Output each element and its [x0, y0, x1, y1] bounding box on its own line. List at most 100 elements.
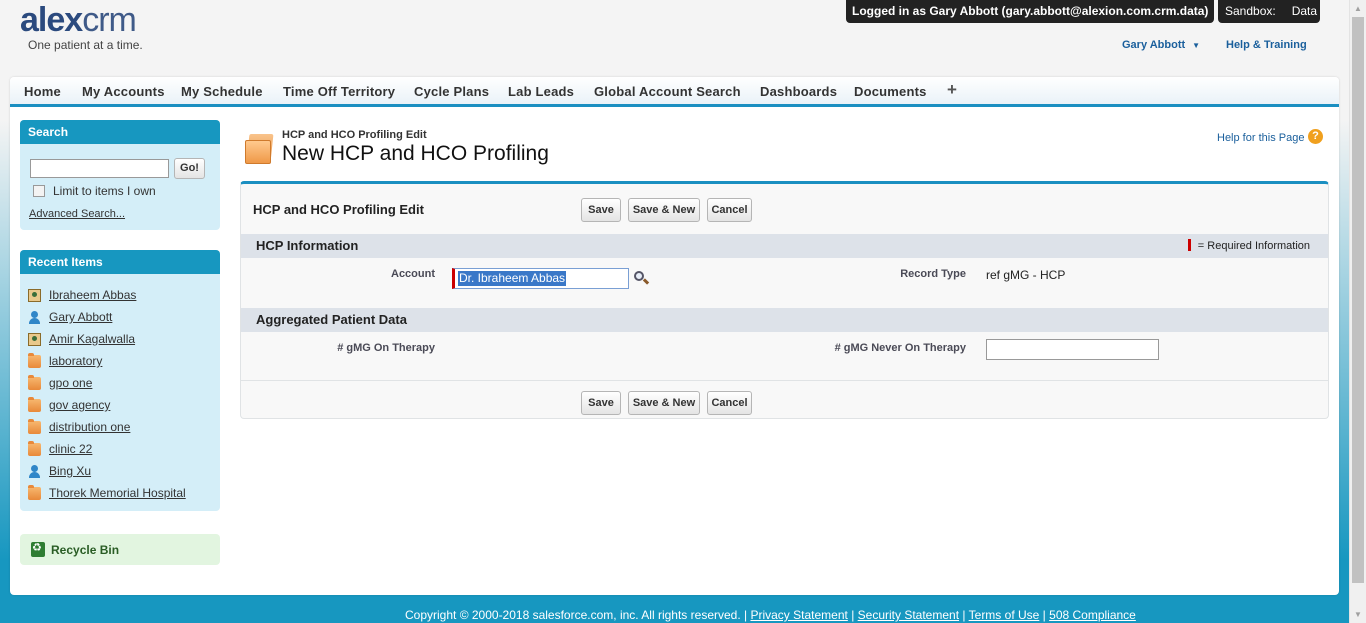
- user-icon: [28, 310, 41, 324]
- 508-compliance-link[interactable]: 508 Compliance: [1049, 608, 1136, 622]
- required-indicator: [1187, 239, 1191, 251]
- recycle-bin-icon: [31, 541, 45, 557]
- recent-item-label: Gary Abbott: [49, 310, 113, 324]
- section-title: HCP Information: [256, 238, 359, 253]
- scroll-up-icon[interactable]: ▲: [1350, 0, 1366, 17]
- gmg-never-on-therapy-input[interactable]: [986, 339, 1159, 360]
- recent-item-label: Amir Kagalwalla: [49, 332, 136, 346]
- logo-wordmark: alexcrm: [20, 1, 137, 39]
- footer-separator: |: [1042, 608, 1046, 622]
- cancel-button[interactable]: Cancel: [707, 198, 752, 222]
- sidebar-search: Search Go! Limit to items I own Advanced…: [20, 120, 220, 230]
- copyright-text: Copyright © 2000-2018 salesforce.com, in…: [405, 608, 748, 622]
- recent-item[interactable]: laboratory: [28, 350, 186, 372]
- sidebar-recent-items: Recent Items Ibraheem Abbas Gary Abbott …: [20, 250, 220, 511]
- recent-item-label: gov agency: [49, 398, 111, 412]
- recent-item[interactable]: distribution one: [28, 416, 186, 438]
- recent-item[interactable]: gpo one: [28, 372, 186, 394]
- recent-item-label: Bing Xu: [49, 464, 92, 478]
- sandbox-label: Sandbox:: [1225, 4, 1276, 18]
- account-field[interactable]: Dr. Ibraheem Abbas: [452, 268, 629, 289]
- help-for-page-link[interactable]: Help for this Page: [1217, 132, 1304, 144]
- search-input[interactable]: [30, 159, 169, 178]
- recent-item-label: clinic 22: [49, 442, 93, 456]
- footer-separator: |: [851, 608, 855, 622]
- add-tab-icon[interactable]: +: [947, 80, 957, 100]
- section-aggregated-patient-data: Aggregated Patient Data: [241, 308, 1328, 332]
- go-button[interactable]: Go!: [174, 158, 205, 179]
- recent-item[interactable]: gov agency: [28, 394, 186, 416]
- folder-icon: [28, 374, 41, 390]
- required-legend-text: = Required Information: [1197, 240, 1310, 252]
- page-footer: Copyright © 2000-2018 salesforce.com, in…: [405, 608, 1136, 622]
- folder-icon: [28, 396, 41, 412]
- recent-item-label: Thorek Memorial Hospital: [49, 486, 186, 500]
- save-new-button[interactable]: Save & New: [628, 391, 700, 415]
- sandbox-badge: Sandbox: Data: [1218, 0, 1320, 23]
- edit-panel: HCP and HCO Profiling Edit Save Save & N…: [240, 181, 1329, 419]
- advanced-search-link[interactable]: Advanced Search...: [29, 208, 125, 220]
- recent-items-list: Ibraheem Abbas Gary Abbott Amir Kagalwal…: [28, 284, 186, 504]
- save-button[interactable]: Save: [581, 391, 621, 415]
- lookup-icon[interactable]: [633, 270, 650, 286]
- caret-down-icon: ▼: [1192, 41, 1201, 50]
- privacy-statement-link[interactable]: Privacy Statement: [750, 608, 847, 622]
- tab-documents[interactable]: Documents: [854, 84, 927, 99]
- tab-my-accounts[interactable]: My Accounts: [82, 84, 165, 99]
- recycle-bin-label: Recycle Bin: [51, 543, 120, 557]
- contact-icon: [28, 288, 41, 302]
- user-menu-label: Gary Abbott: [1122, 39, 1186, 51]
- recent-item[interactable]: Ibraheem Abbas: [28, 284, 186, 306]
- recent-item[interactable]: Thorek Memorial Hospital: [28, 482, 186, 504]
- user-menu[interactable]: Gary Abbott ▼: [1122, 39, 1200, 51]
- record-type-value: ref gMG - HCP: [986, 268, 1066, 282]
- tab-cycle-plans[interactable]: Cycle Plans: [414, 84, 489, 99]
- help-training-link[interactable]: Help & Training: [1226, 39, 1307, 51]
- contact-icon: [28, 332, 41, 346]
- folder-icon: [28, 484, 41, 500]
- recent-item[interactable]: Amir Kagalwalla: [28, 328, 186, 350]
- recent-item[interactable]: Bing Xu: [28, 460, 186, 482]
- tab-home[interactable]: Home: [24, 84, 61, 99]
- tab-global-account-search[interactable]: Global Account Search: [594, 84, 741, 99]
- limit-checkbox[interactable]: [33, 185, 45, 197]
- section-hcp-information: HCP Information = Required Information: [241, 234, 1328, 258]
- limit-row: Limit to items I own: [33, 184, 156, 198]
- recent-items-header: Recent Items: [20, 250, 220, 274]
- account-label: Account: [391, 268, 435, 280]
- folder-icon: [245, 134, 275, 164]
- security-statement-link[interactable]: Security Statement: [858, 608, 959, 622]
- sandbox-value: Data: [1291, 4, 1318, 18]
- app-logo[interactable]: alexcrm One patient at a time.: [20, 2, 143, 52]
- recycle-bin-link[interactable]: Recycle Bin: [20, 534, 220, 565]
- scrollbar-thumb[interactable]: [1352, 17, 1364, 583]
- limit-label: Limit to items I own: [53, 184, 156, 198]
- recent-item[interactable]: Gary Abbott: [28, 306, 186, 328]
- section-title: Aggregated Patient Data: [256, 312, 407, 327]
- recent-item-label: distribution one: [49, 420, 131, 434]
- logged-in-badge: Logged in as Gary Abbott (gary.abbott@al…: [846, 0, 1215, 23]
- tab-dashboards[interactable]: Dashboards: [760, 84, 837, 99]
- search-header: Search: [20, 120, 220, 144]
- gmg-on-therapy-label: # gMG On Therapy: [337, 342, 435, 354]
- recent-item[interactable]: clinic 22: [28, 438, 186, 460]
- recent-item-label: Ibraheem Abbas: [49, 288, 137, 302]
- cancel-button[interactable]: Cancel: [707, 391, 752, 415]
- main-container: Home My Accounts My Schedule Time Off Te…: [10, 77, 1339, 595]
- tab-time-off-territory[interactable]: Time Off Territory: [283, 84, 395, 99]
- tab-my-schedule[interactable]: My Schedule: [181, 84, 263, 99]
- folder-icon: [28, 418, 41, 434]
- save-button[interactable]: Save: [581, 198, 621, 222]
- terms-of-use-link[interactable]: Terms of Use: [969, 608, 1040, 622]
- footer-divider: [241, 380, 1328, 381]
- help-icon[interactable]: ?: [1308, 129, 1323, 144]
- vertical-scrollbar[interactable]: ▲ ▼: [1349, 0, 1366, 623]
- page-subtitle: HCP and HCO Profiling Edit: [282, 129, 427, 141]
- recent-item-label: gpo one: [49, 376, 93, 390]
- folder-icon: [28, 440, 41, 456]
- tab-lab-leads[interactable]: Lab Leads: [508, 84, 574, 99]
- recent-item-label: laboratory: [49, 354, 103, 368]
- gmg-never-on-therapy-label: # gMG Never On Therapy: [834, 342, 966, 354]
- save-new-button[interactable]: Save & New: [628, 198, 700, 222]
- scroll-down-icon[interactable]: ▼: [1350, 606, 1366, 623]
